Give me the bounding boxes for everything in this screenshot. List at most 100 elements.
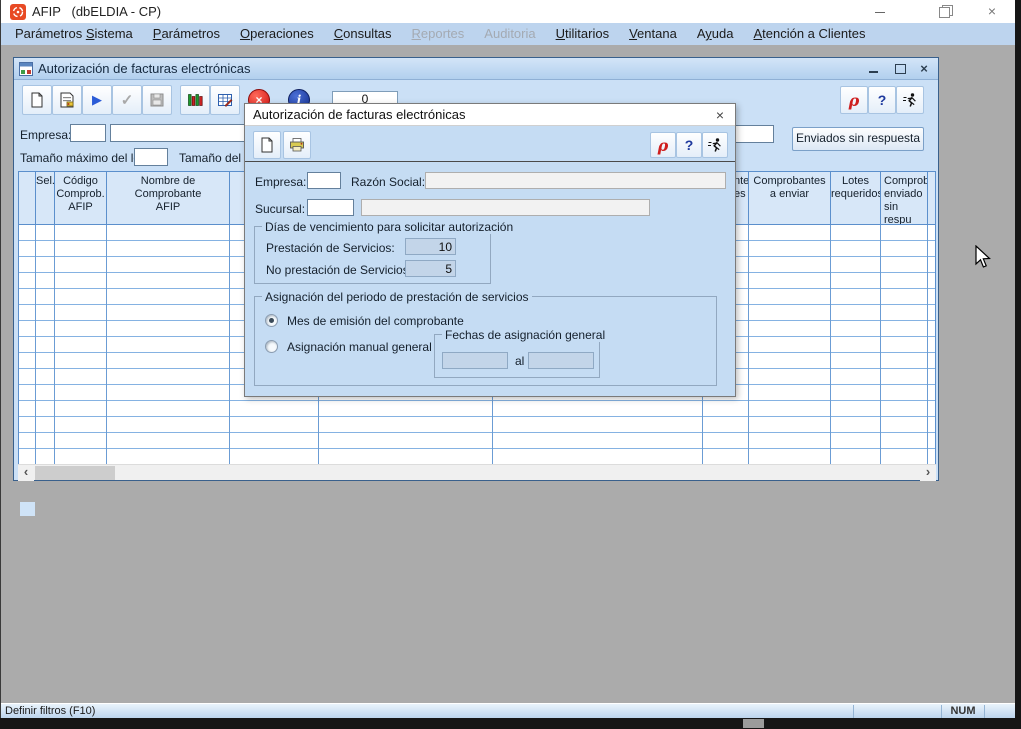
dialog-exit-button[interactable] xyxy=(702,132,728,158)
menu-ventana[interactable]: Ventana xyxy=(619,23,687,45)
app-logo-icon xyxy=(10,4,26,20)
status-separator xyxy=(853,705,854,718)
exit-button[interactable] xyxy=(896,86,924,114)
dialog-help-button[interactable]: ? xyxy=(676,132,702,158)
rho-exit-icon: ρ xyxy=(658,136,669,155)
grid-table-icon xyxy=(217,92,233,108)
menu-ayuda[interactable]: Ayuda xyxy=(687,23,744,45)
close-button[interactable]: × xyxy=(975,0,1009,23)
rho-exit-icon: ρ xyxy=(849,91,860,110)
grid-column-separator xyxy=(106,225,107,465)
column-header-enviados-clipped[interactable]: Comproba enviado sin respu xyxy=(881,172,928,224)
scrollbar-thumb[interactable] xyxy=(35,466,115,480)
column-header-a-enviar[interactable]: Comprobantes a enviar xyxy=(749,172,831,224)
minimize-icon xyxy=(869,71,878,73)
menu-auditoria: Auditoria xyxy=(474,23,545,45)
help-button[interactable]: ? xyxy=(868,86,896,114)
filter-rho-button[interactable]: ρ xyxy=(840,86,868,114)
menu-parametros-sistema[interactable]: Parámetros Sistema xyxy=(5,23,143,45)
edit-record-button[interactable] xyxy=(52,85,82,115)
confirm-button-disabled: ✓ xyxy=(112,85,142,115)
exit-runner-icon xyxy=(902,92,918,108)
num-lock-indicator: NUM xyxy=(942,705,984,717)
status-separator xyxy=(984,705,985,718)
dialog-empresa-input[interactable] xyxy=(307,172,341,189)
app-title: AFIP (dbELDIA - CP) xyxy=(32,4,161,19)
columns-bars-icon xyxy=(187,92,203,108)
restore-button[interactable] xyxy=(927,0,961,23)
radio-mes-emision[interactable] xyxy=(265,314,278,327)
radio-mes-emision-label[interactable]: Mes de emisión del comprobante xyxy=(287,314,464,328)
app-window: AFIP (dbELDIA - CP) × Parámetros Sistema… xyxy=(0,0,1015,718)
menu-parametros[interactable]: Parámetros xyxy=(143,23,230,45)
column-header-sel[interactable]: Sel. xyxy=(36,172,55,224)
columns-filter-button[interactable] xyxy=(180,85,210,115)
no-prestacion-label: No prestación de Servicios: xyxy=(266,263,412,277)
column-header-indicator[interactable] xyxy=(19,172,36,224)
grid-column-separator xyxy=(830,225,831,465)
right-border xyxy=(1015,0,1021,729)
menubar: Parámetros Sistema Parámetros Operacione… xyxy=(1,23,1015,45)
help-icon: ? xyxy=(685,137,694,153)
dialog-filter-rho-button[interactable]: ρ xyxy=(650,132,676,158)
grid-column-separator xyxy=(748,225,749,465)
save-floppy-icon xyxy=(149,92,165,108)
minimize-button[interactable] xyxy=(863,0,897,23)
al-label: al xyxy=(515,354,524,368)
execute-button[interactable]: ▶ xyxy=(82,85,112,115)
close-icon: × xyxy=(988,3,996,19)
window-icon xyxy=(19,62,33,76)
scroll-left-button[interactable]: ‹ xyxy=(18,465,34,481)
column-header-lotes[interactable]: Lotes requeridos xyxy=(831,172,881,224)
help-icon: ? xyxy=(878,92,887,108)
new-document-icon xyxy=(29,92,45,108)
mdi-minimize-button[interactable] xyxy=(864,60,884,78)
fechas-legend: Fechas de asignación general xyxy=(442,328,608,342)
scroll-right-button[interactable]: › xyxy=(920,465,936,481)
status-message: Definir filtros (F10) xyxy=(5,705,95,717)
dialog-titlebar[interactable]: Autorización de facturas electrónicas × xyxy=(245,104,735,126)
app-titlebar[interactable]: AFIP (dbELDIA - CP) × xyxy=(1,0,1015,23)
radio-asignacion-manual-label[interactable]: Asignación manual general xyxy=(287,340,432,354)
lote-maximo-input[interactable] xyxy=(134,148,168,166)
maximize-icon xyxy=(895,64,906,74)
restore-icon xyxy=(939,7,950,18)
menu-consultas[interactable]: Consultas xyxy=(324,23,402,45)
exit-runner-icon xyxy=(707,137,723,153)
horizontal-scrollbar[interactable]: ‹ › xyxy=(18,464,936,480)
menu-utilitarios[interactable]: Utilitarios xyxy=(546,23,619,45)
grid-column-separator xyxy=(927,225,928,465)
mdi-maximize-button[interactable] xyxy=(890,60,910,78)
edit-record-icon xyxy=(59,92,75,108)
asignacion-legend: Asignación del periodo de prestación de … xyxy=(262,290,532,304)
enviados-sin-respuesta-button[interactable]: Enviados sin respuesta xyxy=(792,127,924,151)
taskbar-fragment xyxy=(743,719,764,728)
current-row-indicator xyxy=(20,502,35,516)
mdi-close-button[interactable]: × xyxy=(914,60,934,78)
fecha-hasta-field xyxy=(528,352,594,369)
radio-asignacion-manual[interactable] xyxy=(265,340,278,353)
prestacion-label: Prestación de Servicios: xyxy=(266,241,395,255)
statusbar: Definir filtros (F10) NUM xyxy=(1,703,1016,719)
dialog-title: Autorización de facturas electrónicas xyxy=(253,107,465,122)
mouse-cursor xyxy=(975,245,992,269)
razon-social-label: Razón Social: xyxy=(351,175,425,189)
menu-atencion-clientes[interactable]: Atención a Clientes xyxy=(743,23,875,45)
close-icon: × xyxy=(716,107,724,123)
close-icon: × xyxy=(920,61,928,76)
scroll-left-icon: ‹ xyxy=(24,464,28,479)
column-header-codigo[interactable]: Código Comprob. AFIP xyxy=(55,172,107,224)
print-icon xyxy=(289,137,305,153)
sucursal-input[interactable] xyxy=(307,199,354,216)
column-header-nombre[interactable]: Nombre de Comprobante AFIP xyxy=(107,172,230,224)
empresa-code-input[interactable] xyxy=(70,124,106,142)
grid-report-button[interactable] xyxy=(210,85,240,115)
dialog-new-button[interactable] xyxy=(253,131,281,159)
vencimiento-legend: Días de vencimiento para solicitar autor… xyxy=(262,220,516,234)
dialog-print-button[interactable] xyxy=(283,131,311,159)
dialog-close-button[interactable]: × xyxy=(711,106,729,124)
menu-reportes: Reportes xyxy=(402,23,475,45)
new-record-button[interactable] xyxy=(22,85,52,115)
menu-operaciones[interactable]: Operaciones xyxy=(230,23,324,45)
mdi-titlebar[interactable]: Autorización de facturas electrónicas × xyxy=(14,58,938,80)
